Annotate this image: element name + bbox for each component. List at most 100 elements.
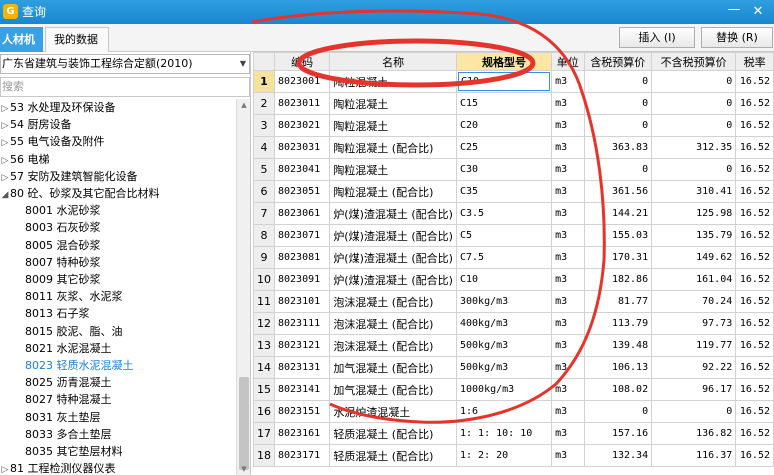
table-row[interactable]: 9 8023081 炉(煤)渣混凝土 (配合比) C7.5 m3 170.31 149.62… — [253, 246, 774, 269]
tax-exclusive-price-cell[interactable]: 0 — [651, 158, 737, 181]
name-cell[interactable]: 泡沫混凝土 (配合比) — [329, 290, 457, 313]
spec-cell[interactable]: C25 — [455, 136, 553, 159]
tree-child-item[interactable]: 8025 沥青混凝土 — [0, 374, 112, 391]
name-cell[interactable]: 陶粒混凝土 — [329, 70, 457, 93]
code-cell[interactable]: 8023021 — [273, 114, 331, 137]
table-row[interactable]: 15 8023141 加气混凝土 (配合比) 1000kg/m3 m3 108.02 96.… — [253, 378, 774, 401]
unit-cell[interactable]: m3 — [551, 92, 585, 115]
row-number-header[interactable] — [253, 52, 275, 71]
tax-inclusive-price-cell[interactable]: 106.13 — [583, 356, 653, 379]
tax-inclusive-price-cell[interactable]: 170.31 — [583, 246, 653, 269]
tax-rate-cell[interactable]: 16.52 — [735, 378, 774, 401]
name-cell[interactable]: 陶粒混凝土 — [329, 92, 457, 115]
tax-rate-cell[interactable]: 16.52 — [735, 422, 774, 445]
unit-cell[interactable]: m3 — [551, 312, 585, 335]
spec-cell[interactable]: C15 — [455, 92, 553, 115]
table-row[interactable]: 5 8023041 陶粒混凝土 C30 m3 0 0 16.52 — [253, 158, 774, 181]
code-cell[interactable]: 8023061 — [273, 202, 331, 225]
tax-rate-cell[interactable]: 16.52 — [735, 70, 774, 93]
tax-inclusive-price-header[interactable]: 含税预算价 — [583, 52, 653, 71]
tax-exclusive-price-cell[interactable]: 116.37 — [651, 444, 737, 467]
tree-child-item[interactable]: 8003 石灰砂浆 — [0, 219, 101, 236]
tree-child-item[interactable]: 8005 混合砂浆 — [0, 237, 101, 254]
table-row[interactable]: 13 8023121 泡沫混凝土 (配合比) 500kg/m3 m3 139.48 119.… — [253, 334, 774, 357]
name-cell[interactable]: 陶粒混凝土 (配合比) — [329, 180, 457, 203]
tab-labor-material-machine[interactable]: 人材机 — [0, 27, 43, 52]
scroll-down-icon[interactable]: ▼ — [237, 465, 251, 473]
unit-cell[interactable]: m3 — [551, 202, 585, 225]
tax-inclusive-price-cell[interactable]: 157.16 — [583, 422, 653, 445]
tax-inclusive-price-cell[interactable]: 139.48 — [583, 334, 653, 357]
unit-cell[interactable]: m3 — [551, 180, 585, 203]
spec-cell[interactable]: C20 — [455, 114, 553, 137]
code-cell[interactable]: 8023081 — [273, 246, 331, 269]
spec-cell[interactable]: C5 — [455, 224, 553, 247]
tax-inclusive-price-cell[interactable]: 144.21 — [583, 202, 653, 225]
tree-category-item[interactable]: ▷ 56 电梯 — [0, 151, 50, 168]
table-row[interactable]: 12 8023111 泡沫混凝土 (配合比) 400kg/m3 m3 113.79 97.7… — [253, 312, 774, 335]
tax-exclusive-price-cell[interactable]: 310.41 — [651, 180, 737, 203]
table-row[interactable]: 17 8023161 轻质混凝土 (配合比) 1: 1: 10: 10 m3 157.16… — [253, 422, 774, 445]
tax-rate-cell[interactable]: 16.52 — [735, 92, 774, 115]
tax-exclusive-price-cell[interactable]: 0 — [651, 92, 737, 115]
tax-inclusive-price-cell[interactable]: 108.02 — [583, 378, 653, 401]
tree-category-item[interactable]: ▷ 54 厨房设备 — [0, 116, 72, 133]
unit-cell[interactable]: m3 — [551, 136, 585, 159]
insert-button[interactable]: 插入 (I) — [619, 27, 695, 48]
tax-exclusive-price-cell[interactable]: 119.77 — [651, 334, 737, 357]
tax-exclusive-price-cell[interactable]: 0 — [651, 114, 737, 137]
code-cell[interactable]: 8023131 — [273, 356, 331, 379]
unit-cell[interactable]: m3 — [551, 334, 585, 357]
table-row[interactable]: 8 8023071 炉(煤)渣混凝土 (配合比) C5 m3 155.03 135.79 16… — [253, 224, 774, 247]
tree-child-item[interactable]: 8001 水泥砂浆 — [0, 202, 101, 219]
tax-exclusive-price-cell[interactable]: 92.22 — [651, 356, 737, 379]
tax-rate-cell[interactable]: 16.52 — [735, 334, 774, 357]
tax-inclusive-price-cell[interactable]: 361.56 — [583, 180, 653, 203]
code-cell[interactable]: 8023161 — [273, 422, 331, 445]
tree-child-item[interactable]: 8011 灰浆、水泥浆 — [0, 288, 123, 305]
tax-rate-cell[interactable]: 16.52 — [735, 444, 774, 467]
tax-rate-cell[interactable]: 16.52 — [735, 356, 774, 379]
spec-cell[interactable]: 500kg/m3 — [455, 334, 553, 357]
tax-rate-cell[interactable]: 16.52 — [735, 290, 774, 313]
tax-inclusive-price-cell[interactable]: 113.79 — [583, 312, 653, 335]
name-cell[interactable]: 陶粒混凝土 — [329, 114, 457, 137]
unit-cell[interactable]: m3 — [551, 158, 585, 181]
code-cell[interactable]: 8023141 — [273, 378, 331, 401]
spec-cell[interactable]: C30 — [455, 158, 553, 181]
name-cell[interactable]: 轻质混凝土 (配合比) — [329, 422, 457, 445]
code-cell[interactable]: 8023111 — [273, 312, 331, 335]
tax-inclusive-price-cell[interactable]: 81.77 — [583, 290, 653, 313]
code-cell[interactable]: 8023091 — [273, 268, 331, 291]
name-cell[interactable]: 炉(煤)渣混凝土 (配合比) — [329, 268, 457, 291]
table-row[interactable]: 3 8023021 陶粒混凝土 C20 m3 0 0 16.52 — [253, 114, 774, 137]
table-row[interactable]: 7 8023061 炉(煤)渣混凝土 (配合比) C3.5 m3 144.21 125.98… — [253, 202, 774, 225]
tax-inclusive-price-cell[interactable]: 0 — [583, 400, 653, 423]
tax-exclusive-price-cell[interactable]: 70.24 — [651, 290, 737, 313]
tax-rate-cell[interactable]: 16.52 — [735, 136, 774, 159]
unit-cell[interactable]: m3 — [551, 422, 585, 445]
tax-inclusive-price-cell[interactable]: 0 — [583, 158, 653, 181]
name-cell[interactable]: 泡沫混凝土 (配合比) — [329, 334, 457, 357]
name-header[interactable]: 名称 — [329, 52, 457, 71]
tree-child-item[interactable]: 8027 特种混凝土 — [0, 391, 112, 408]
tax-inclusive-price-cell[interactable]: 155.03 — [583, 224, 653, 247]
table-row[interactable]: 2 8023011 陶粒混凝土 C15 m3 0 0 16.52 — [253, 92, 774, 115]
table-row[interactable]: 4 8023031 陶粒混凝土 (配合比) C25 m3 363.83 312.35 16.5… — [253, 136, 774, 159]
name-cell[interactable]: 炉(煤)渣混凝土 (配合比) — [329, 202, 457, 225]
tax-rate-cell[interactable]: 16.52 — [735, 114, 774, 137]
name-cell[interactable]: 轻质混凝土 (配合比) — [329, 444, 457, 467]
tree-child-item[interactable]: 8035 其它垫层材料 — [0, 443, 123, 460]
tree-child-item[interactable]: 8013 石子浆 — [0, 305, 90, 322]
unit-cell[interactable]: m3 — [551, 246, 585, 269]
unit-cell[interactable]: m3 — [551, 378, 585, 401]
tree-child-item[interactable]: 8021 水泥混凝土 — [0, 340, 112, 357]
spec-cell[interactable]: 1: 1: 10: 10 — [455, 422, 553, 445]
name-cell[interactable]: 水泥炉渣混凝土 — [329, 400, 457, 423]
tree-child-item[interactable]: 8007 特种砂浆 — [0, 254, 101, 271]
tree-child-item[interactable]: 8023 轻质水泥混凝土 — [0, 357, 134, 374]
minimize-button[interactable]: — — [724, 3, 744, 21]
name-cell[interactable]: 加气混凝土 (配合比) — [329, 356, 457, 379]
tax-rate-header[interactable]: 税率 — [735, 52, 774, 71]
spec-cell[interactable]: 1:6 — [455, 400, 553, 423]
